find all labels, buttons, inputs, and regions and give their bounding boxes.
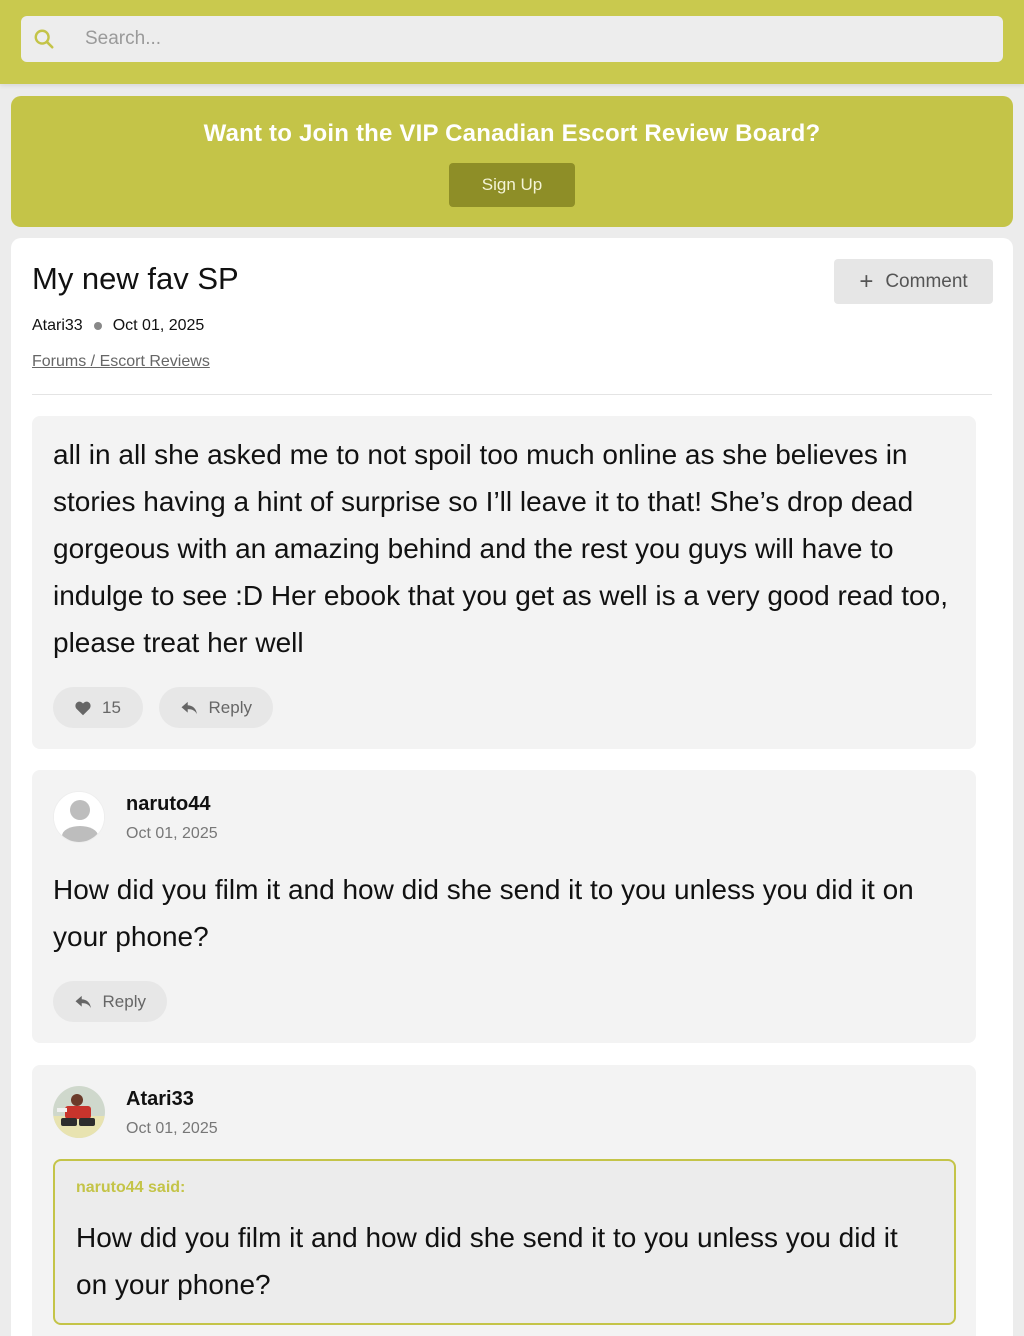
quote-label: naruto44 said: bbox=[76, 1179, 186, 1196]
quote-block: naruto44 said: How did you film it and h… bbox=[53, 1159, 956, 1325]
like-button[interactable]: 15 bbox=[53, 687, 143, 728]
vip-banner: Want to Join the VIP Canadian Escort Rev… bbox=[11, 96, 1013, 227]
reply-icon bbox=[75, 995, 91, 1008]
comment-author[interactable]: Atari33 bbox=[126, 1088, 194, 1111]
reply-label: Reply bbox=[102, 991, 146, 1011]
thread-author[interactable]: Atari33 bbox=[32, 317, 83, 335]
default-user-icon bbox=[54, 792, 104, 842]
avatar[interactable] bbox=[53, 1086, 105, 1138]
reply-button[interactable]: Reply bbox=[53, 981, 167, 1022]
search-input[interactable] bbox=[85, 16, 985, 62]
search-icon bbox=[34, 29, 54, 49]
comment-date: Oct 01, 2025 bbox=[126, 825, 218, 842]
reply-label: Reply bbox=[208, 697, 252, 717]
breadcrumb[interactable]: Forums / Escort Reviews bbox=[32, 353, 210, 371]
banner-title: Want to Join the VIP Canadian Escort Rev… bbox=[203, 120, 821, 147]
plus-icon: + bbox=[859, 267, 874, 295]
post-body: all in all she asked me to not spoil too… bbox=[53, 439, 948, 658]
search-box[interactable] bbox=[21, 16, 1003, 62]
user-photo-icon bbox=[53, 1086, 105, 1138]
quote-text: How did you film it and how did she send… bbox=[76, 1222, 898, 1300]
comment-author[interactable]: naruto44 bbox=[126, 793, 210, 816]
comment: naruto44 Oct 01, 2025 How did you film i… bbox=[32, 770, 976, 1043]
avatar[interactable] bbox=[53, 791, 105, 843]
thread-card: My new fav SP + Comment Atari33 Oct 01, … bbox=[11, 238, 1013, 1336]
top-bar bbox=[0, 0, 1024, 84]
thread-meta: Atari33 Oct 01, 2025 bbox=[32, 317, 204, 335]
comment-body: How did you film it and how did she send… bbox=[53, 874, 914, 952]
comment: Atari33 Oct 01, 2025 naruto44 said: How … bbox=[32, 1065, 976, 1336]
separator-dot bbox=[93, 322, 102, 330]
comment-button-label: Comment bbox=[885, 270, 968, 292]
main-post: all in all she asked me to not spoil too… bbox=[32, 416, 976, 749]
thread-title: My new fav SP bbox=[32, 261, 239, 296]
comment-date: Oct 01, 2025 bbox=[126, 1120, 218, 1137]
divider bbox=[32, 394, 992, 395]
thread-date: Oct 01, 2025 bbox=[112, 317, 205, 334]
sign-up-button[interactable]: Sign Up bbox=[449, 163, 575, 207]
like-count: 15 bbox=[102, 697, 121, 717]
reply-icon bbox=[181, 701, 197, 714]
comment-button[interactable]: + Comment bbox=[834, 259, 993, 304]
reply-button[interactable]: Reply bbox=[159, 687, 273, 728]
heart-icon bbox=[75, 701, 91, 715]
